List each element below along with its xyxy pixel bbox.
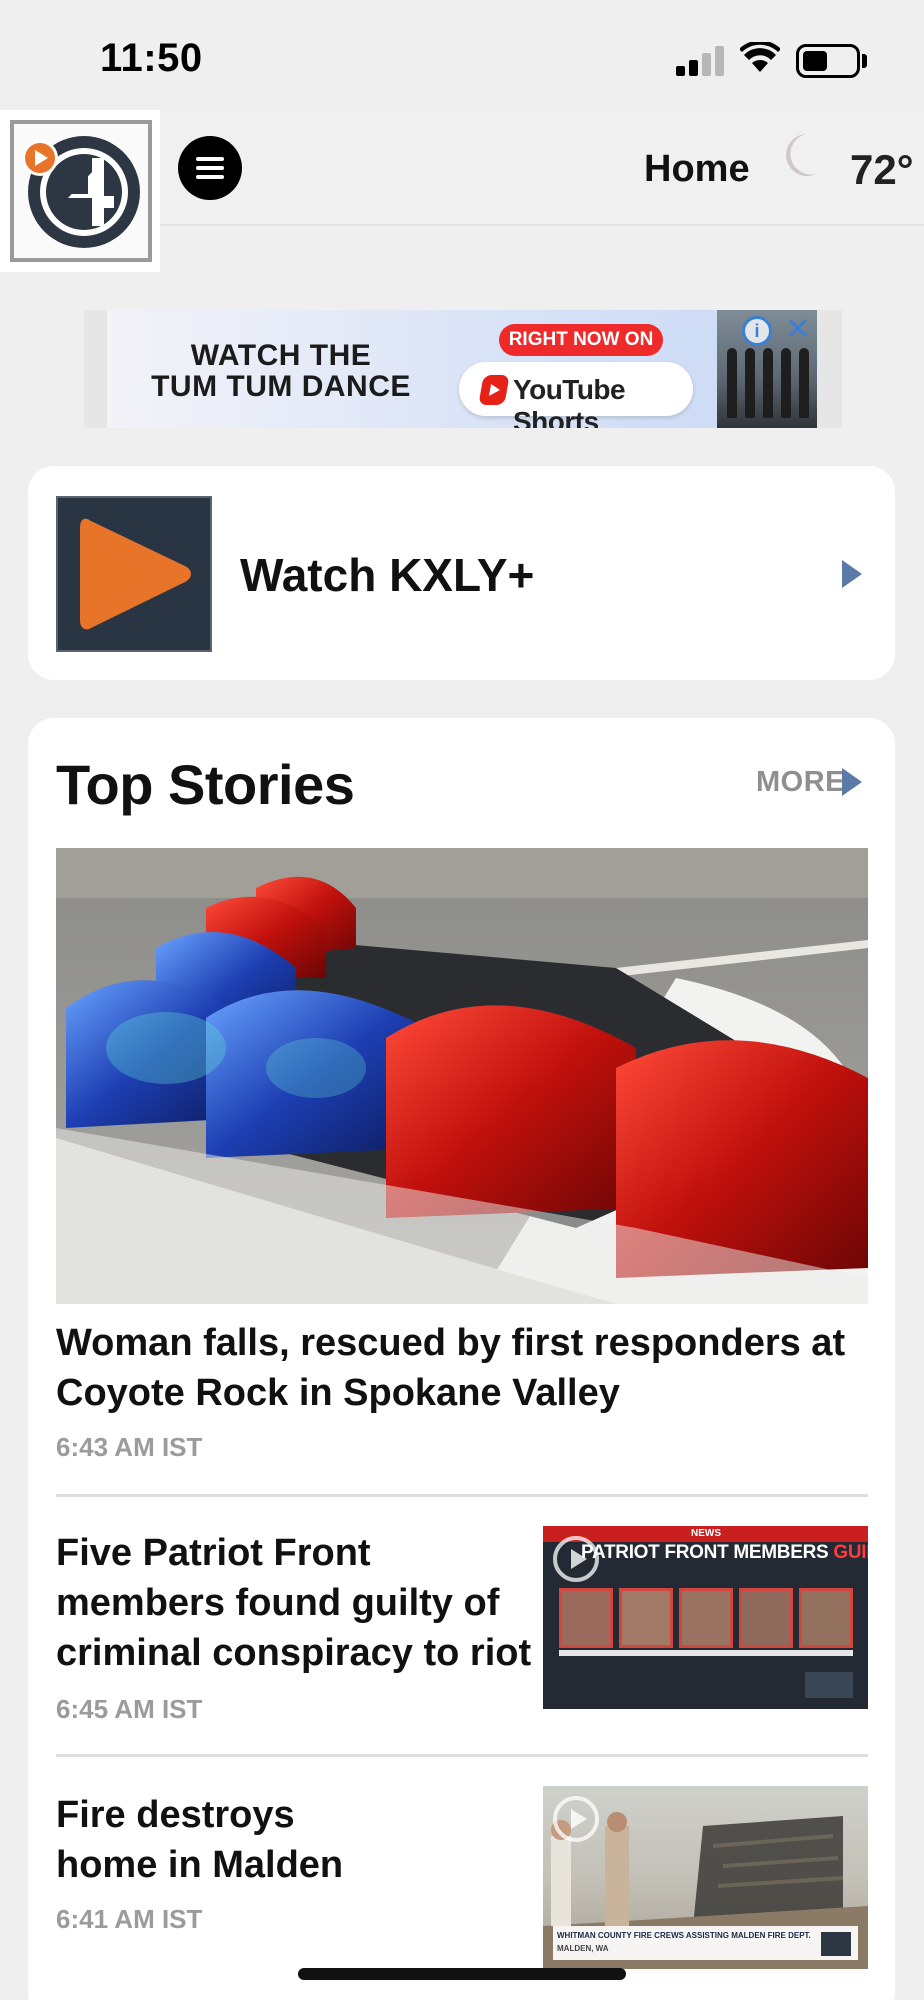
- story-timestamp: 6:45 AM IST: [56, 1694, 203, 1724]
- story-headline[interactable]: Five Patriot Front members found guilty …: [56, 1528, 536, 1678]
- status-time: 11:50: [100, 36, 203, 80]
- section-title: Top Stories: [56, 753, 355, 816]
- hero-story-headline[interactable]: Woman falls, rescued by first responders…: [56, 1318, 868, 1418]
- home-indicator[interactable]: [298, 1968, 626, 1980]
- story-divider: [56, 1494, 868, 1497]
- story-timestamp: 6:43 AM IST: [56, 1432, 203, 1462]
- story-thumbnail[interactable]: WHITMAN COUNTY FIRE CREWS ASSISTING MALD…: [543, 1786, 868, 1969]
- play-icon: [80, 518, 191, 630]
- youtube-shorts-badge: YouTube Shorts: [459, 362, 693, 428]
- cellular-signal-icon: [676, 44, 724, 76]
- story-thumbnail[interactable]: NEWS PATRIOT FRONT MEMBERS GUILTY: [543, 1526, 868, 1709]
- info-icon[interactable]: i: [742, 316, 772, 346]
- play-icon: [553, 1796, 599, 1842]
- watch-thumbnail: [56, 496, 212, 652]
- close-icon[interactable]: ✕: [782, 312, 814, 348]
- thumb-title: PATRIOT FRONT MEMBERS GUILTY: [581, 1542, 868, 1563]
- temperature-readout[interactable]: 72°: [850, 146, 914, 194]
- ad-banner[interactable]: WATCH THE TUM TUM DANCE RIGHT NOW ON You…: [107, 310, 817, 428]
- nav-home-link[interactable]: Home: [644, 148, 750, 191]
- ad-headline: WATCH THE TUM TUM DANCE: [151, 339, 411, 403]
- play-logo-icon: [22, 136, 140, 248]
- chevron-right-icon[interactable]: [842, 768, 862, 796]
- play-icon: [553, 1536, 599, 1582]
- chevron-right-icon[interactable]: [842, 560, 862, 588]
- story-headline[interactable]: Fire destroys home in Malden: [56, 1790, 396, 1890]
- hamburger-menu-icon[interactable]: [178, 136, 242, 200]
- hero-story-image[interactable]: [56, 848, 868, 1304]
- ad-pill: RIGHT NOW ON: [499, 324, 663, 356]
- battery-icon: [796, 44, 860, 78]
- story-timestamp: 6:41 AM IST: [56, 1904, 203, 1934]
- moon-icon: [786, 134, 816, 176]
- wifi-icon: [740, 42, 780, 72]
- story-divider: [56, 1754, 868, 1757]
- status-bar: 11:50: [0, 0, 924, 110]
- more-link[interactable]: MORE: [756, 766, 845, 799]
- youtube-shorts-icon: [478, 375, 510, 405]
- watch-title[interactable]: Watch KXLY+: [240, 548, 534, 602]
- station-logo[interactable]: [0, 110, 160, 272]
